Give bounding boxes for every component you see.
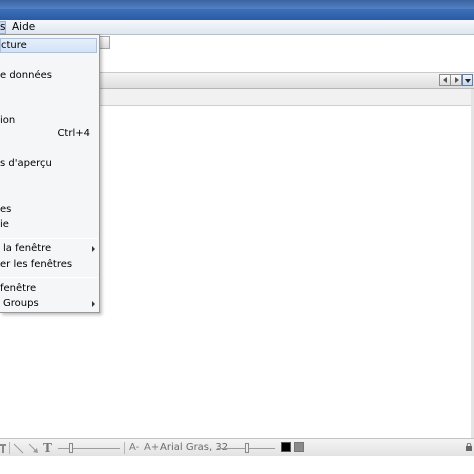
menu-item-donnees[interactable]: e données bbox=[0, 69, 98, 83]
menu-item-shortcut: Ctrl+4 bbox=[57, 128, 90, 139]
title-bar-sheen bbox=[0, 0, 474, 9]
menu-item-fenetres[interactable]: er les fenêtres bbox=[0, 258, 98, 272]
menu-separator bbox=[0, 277, 98, 278]
menu-item-label: cture bbox=[1, 40, 27, 51]
line-tool-icon[interactable] bbox=[13, 443, 24, 454]
menu-item-label: ion bbox=[0, 115, 16, 126]
menu-item-ion[interactable]: ion bbox=[0, 114, 98, 128]
menu-item-fenetre[interactable]: fenêtre bbox=[0, 282, 98, 296]
menu-item-es[interactable]: es bbox=[0, 203, 98, 217]
menu-aide[interactable]: Aide bbox=[10, 21, 37, 34]
tab-list-menu-button[interactable] bbox=[462, 74, 473, 86]
arrow-right-icon bbox=[455, 77, 459, 83]
menu-item-structure[interactable]: cture bbox=[0, 38, 97, 53]
line-width-slider-thumb[interactable] bbox=[69, 443, 73, 453]
line-width-slider[interactable] bbox=[58, 448, 120, 449]
menu-item-label: la fenêtre bbox=[3, 243, 52, 254]
menu-item-label: s d'aperçu bbox=[0, 158, 52, 169]
text-tool-fragment-icon[interactable] bbox=[0, 443, 8, 454]
menu-item-label: ie bbox=[0, 219, 9, 230]
arrow-left-icon bbox=[443, 77, 447, 83]
lock-icon[interactable] bbox=[466, 443, 472, 451]
menu-item-ctrl-4[interactable]: Ctrl+4 bbox=[0, 127, 98, 141]
foreground-color-swatch[interactable] bbox=[281, 442, 291, 452]
tab-scroll-right-button[interactable] bbox=[450, 74, 462, 86]
window-menu-dropdown: cture e données ion Ctrl+4 s d'aperçu es… bbox=[0, 34, 100, 313]
chevron-down-icon bbox=[465, 79, 471, 83]
format-bar-separator bbox=[124, 442, 125, 454]
format-bar-separator bbox=[9, 442, 10, 454]
menu-item-groups[interactable]: Groups bbox=[0, 297, 98, 311]
menu-item-apercu[interactable]: s d'aperçu bbox=[0, 157, 98, 171]
menu-window[interactable]: s bbox=[0, 21, 6, 34]
menu-item-label: es bbox=[0, 204, 12, 215]
font-size-decrease-button[interactable]: A- bbox=[129, 439, 139, 457]
combo-dropdown-button[interactable] bbox=[99, 36, 110, 49]
title-bar bbox=[0, 0, 474, 20]
font-size-slider-thumb[interactable] bbox=[245, 443, 249, 453]
bottom-area bbox=[0, 456, 474, 474]
menu-separator bbox=[0, 238, 98, 239]
menu-item-label: er les fenêtres bbox=[0, 259, 73, 270]
background-color-swatch[interactable] bbox=[294, 442, 304, 452]
format-bar: T A- A+ Arial Gras, 32 bbox=[0, 438, 474, 456]
menu-item-fenetre-submenu[interactable]: la fenêtre bbox=[0, 242, 98, 256]
menu-item-label: Groups bbox=[3, 298, 39, 309]
menu-bar: s Aide bbox=[0, 20, 474, 35]
font-size-increase-button[interactable]: A+ bbox=[144, 439, 159, 457]
menu-item-label: fenêtre bbox=[0, 283, 37, 294]
submenu-arrow-icon bbox=[92, 301, 95, 307]
submenu-arrow-icon bbox=[92, 246, 95, 252]
menu-item-ie[interactable]: ie bbox=[0, 218, 98, 232]
menu-item-label: e données bbox=[0, 70, 52, 81]
text-style-icon[interactable]: T bbox=[43, 439, 52, 457]
arrow-line-icon[interactable] bbox=[28, 443, 39, 454]
